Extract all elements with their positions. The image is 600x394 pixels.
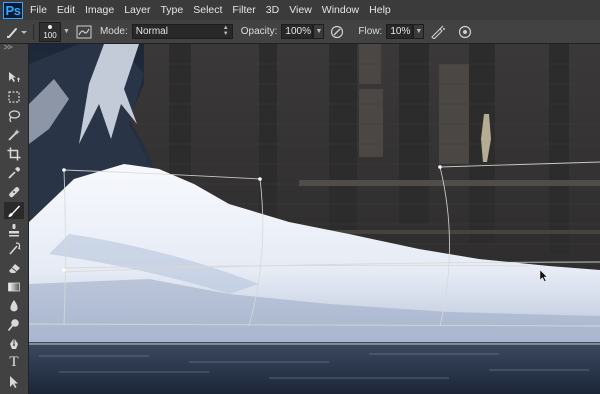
flow-value: 10% [390,26,411,37]
gradient-icon [8,282,20,291]
airbrush-icon [431,25,446,39]
eyedropper-icon [8,166,20,179]
blur-tool[interactable] [4,297,24,314]
panel-collapse-icon[interactable] [0,44,29,50]
dodge-icon [7,318,19,331]
pressure-opacity-toggle[interactable] [330,25,344,39]
menu-image[interactable]: Image [85,4,114,16]
opacity-value: 100% [285,26,311,37]
lasso-tool[interactable] [4,107,24,124]
marquee-icon [8,90,20,103]
pressure-opacity-icon [331,25,344,38]
mode-select[interactable]: Normal ▲ ▼ [131,24,233,39]
arrow-icon [10,375,18,388]
clone-stamp-tool[interactable] [4,221,24,238]
brush-picker-dropdown[interactable]: ▼ [63,28,70,35]
options-bar: 100 ▼ Mode: Normal ▲ ▼ Opacity: 100% ▼ Fl… [0,20,600,44]
flow-label: Flow: [358,26,383,37]
menu-file[interactable]: File [30,4,47,16]
brush-panel-toggle[interactable] [76,25,92,39]
marquee-tool[interactable] [4,88,24,105]
crop-tool[interactable] [4,145,24,162]
brush-panel-icon [76,25,92,38]
history-brush-icon [9,241,21,255]
menu-select[interactable]: Select [193,4,222,16]
brush-size-picker[interactable]: 100 [39,21,61,42]
menu-bar: Ps File Edit Image Layer Type Select Fil… [0,0,600,20]
eraser-icon [9,263,20,273]
pressure-size-icon [459,25,472,38]
options-separator [33,23,34,40]
menu-type[interactable]: Type [160,4,183,16]
building-ledge-lower [329,230,600,234]
dodge-tool[interactable] [4,316,24,333]
gradient-tool[interactable] [4,278,24,295]
opacity-input[interactable]: 100% [281,24,314,39]
history-brush-tool[interactable] [4,240,24,257]
menu-filter[interactable]: Filter [232,4,255,16]
mode-select-arrows-icon: ▲ ▼ [222,25,229,37]
menu-window[interactable]: Window [322,4,359,16]
move-icon [9,71,20,82]
bandage-icon [9,186,20,197]
stamp-icon [9,223,19,236]
move-tool[interactable] [4,69,24,86]
menu-layer[interactable]: Layer [124,4,150,16]
pen-tool[interactable] [4,335,24,352]
mode-label: Mode: [99,26,128,37]
menu-help[interactable]: Help [369,4,391,16]
eraser-tool[interactable] [4,259,24,276]
document-canvas[interactable] [29,44,600,394]
brush-icon [8,205,20,217]
type-icon: T [9,354,19,370]
brush-tool[interactable] [4,202,24,219]
crop-icon [7,147,21,160]
flow-input[interactable]: 10% [386,24,414,39]
quick-selection-tool[interactable] [4,126,24,143]
chevron-down-icon: ▼ [415,28,423,35]
mode-select-value: Normal [135,26,168,37]
chevron-down-icon: ▼ [315,28,323,35]
wand-icon [8,128,20,141]
menu-view[interactable]: View [289,4,312,16]
brush-size-value: 100 [43,30,57,40]
path-selection-tool[interactable] [4,373,24,390]
tools-panel: T [0,44,29,394]
canvas-image [29,44,600,394]
drop-icon [10,299,18,311]
type-tool[interactable]: T [4,354,24,371]
brush-preset-icon [6,27,27,38]
lasso-icon [8,109,21,122]
airbrush-toggle[interactable] [430,25,446,39]
eyedropper-tool[interactable] [4,164,24,181]
photoshop-logo: Ps [3,1,23,19]
menu-edit[interactable]: Edit [57,4,75,16]
tool-preset-picker[interactable] [6,25,28,39]
healing-brush-tool[interactable] [4,183,24,200]
flow-slider-dropdown[interactable]: ▼ [413,24,425,39]
opacity-slider-dropdown[interactable]: ▼ [313,24,325,39]
brush-tip-preview-icon [48,24,52,29]
pressure-size-toggle[interactable] [458,25,472,39]
menu-3d[interactable]: 3D [266,4,279,16]
pen-icon [10,337,18,349]
water [29,342,600,394]
building-ledge [299,180,600,186]
opacity-label: Opacity: [240,26,278,37]
